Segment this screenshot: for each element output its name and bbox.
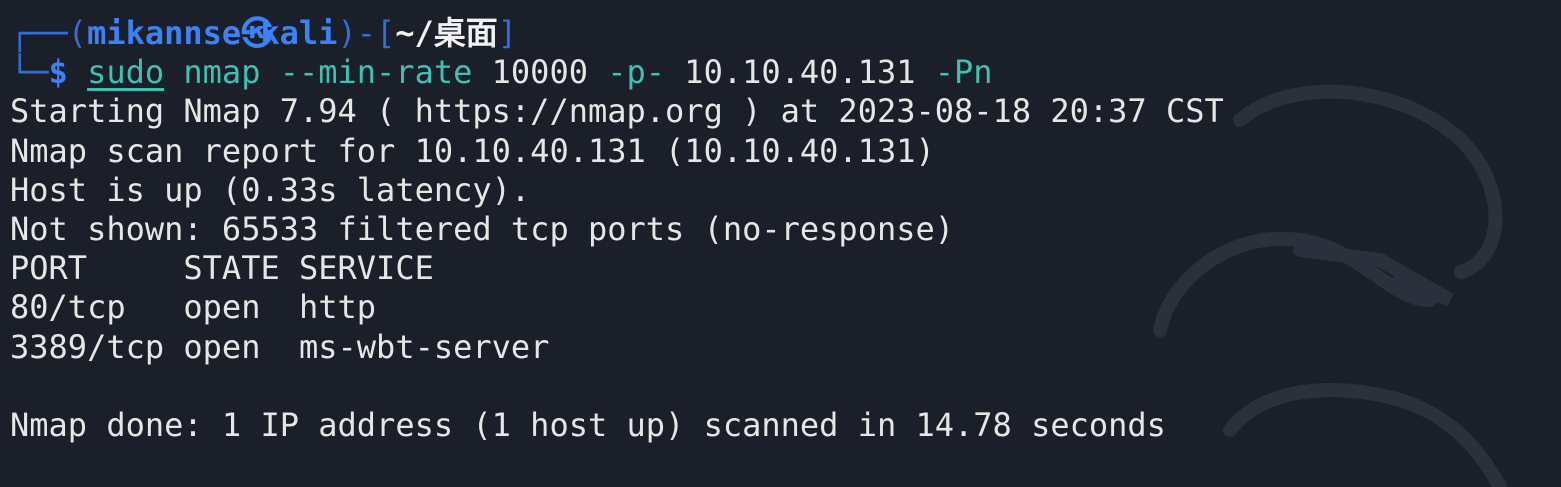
output-line: Starting Nmap 7.94 ( https://nmap.org ) …	[10, 92, 1224, 131]
output-line: Not shown: 65533 filtered tcp ports (no-…	[10, 209, 955, 248]
prompt-path: ~/桌面	[395, 14, 498, 52]
output-line: Host is up (0.33s latency).	[10, 170, 531, 209]
output-blank-line	[10, 367, 1550, 406]
port-table-row: 80/tcp open http	[10, 288, 377, 327]
prompt-at-symbol: ㉿	[241, 14, 274, 52]
prompt-frame-mid: )-[	[337, 14, 396, 52]
command-flag-pn: -Pn	[934, 53, 993, 92]
terminal-output[interactable]: ┌──(mikannse㉿kali)-[~/桌面] └─$ sudo nmap …	[10, 14, 1550, 445]
command-target: 10.10.40.131	[684, 53, 916, 92]
prompt-username: mikannse	[87, 14, 242, 52]
command-sudo: sudo	[87, 53, 165, 92]
prompt-frame-bottom: └─	[10, 53, 49, 92]
prompt-dollar: $	[48, 53, 68, 92]
prompt-frame-top: ┌──(	[10, 14, 88, 52]
command-program: nmap	[183, 53, 261, 92]
output-line: Nmap scan report for 10.10.40.131 (10.10…	[10, 131, 935, 170]
command-flag-min-rate: --min-rate	[279, 53, 473, 92]
command-flag-ports: -p-	[607, 53, 666, 92]
command-line[interactable]: └─$ sudo nmap --min-rate 10000 -p- 10.10…	[10, 53, 1550, 92]
prompt-hostname: kali	[260, 14, 338, 52]
command-min-rate-value: 10000	[491, 53, 588, 92]
output-line: Nmap done: 1 IP address (1 host up) scan…	[10, 405, 1166, 444]
prompt-line-1: ┌──(mikannse㉿kali)-[~/桌面]	[10, 14, 1550, 53]
port-table-row: 3389/tcp open ms-wbt-server	[10, 327, 550, 366]
port-table-header: PORT STATE SERVICE	[10, 249, 434, 288]
prompt-frame-close: ]	[497, 14, 518, 52]
